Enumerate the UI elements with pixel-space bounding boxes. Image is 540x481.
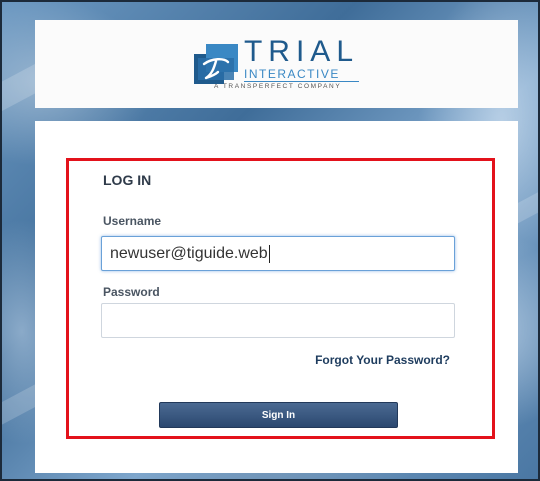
text-caret — [268, 244, 270, 263]
brand-name: TRIAL — [243, 35, 360, 69]
sign-in-button[interactable]: Sign In — [159, 402, 398, 428]
login-title: LOG IN — [103, 172, 152, 188]
username-label: Username — [103, 214, 162, 228]
password-input[interactable] — [101, 303, 455, 338]
trial-interactive-logo: TRIAL INTERACTIVE A TRANSPERFECT COMPANY — [193, 35, 360, 91]
brand-tagline: A TRANSPERFECT COMPANY — [213, 83, 342, 91]
window-frame: TRIAL INTERACTIVE A TRANSPERFECT COMPANY… — [0, 0, 540, 481]
username-value: newuser@tiguide.web — [110, 245, 268, 262]
brand-subname: INTERACTIVE — [243, 68, 360, 83]
forgot-password-link[interactable]: Forgot Your Password? — [315, 353, 450, 367]
username-input[interactable]: newuser@tiguide.web — [101, 236, 455, 271]
password-label: Password — [103, 285, 160, 299]
logo-panel: TRIAL INTERACTIVE A TRANSPERFECT COMPANY — [35, 20, 518, 108]
logo-mark-icon — [193, 44, 238, 84]
